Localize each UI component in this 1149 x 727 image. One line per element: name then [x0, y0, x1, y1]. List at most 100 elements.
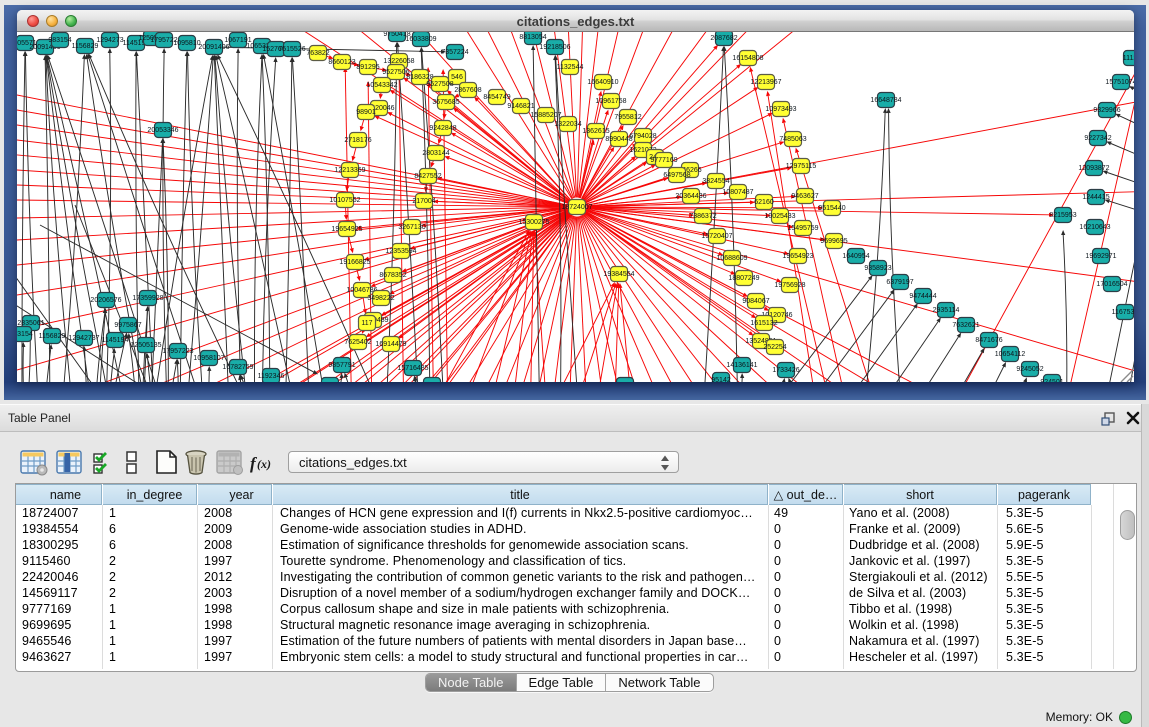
svg-text:6497568: 6497568 [663, 172, 690, 179]
svg-text:19654923: 19654923 [782, 253, 813, 260]
svg-text:2935114: 2935114 [933, 307, 960, 314]
svg-text:1244415: 1244415 [1082, 194, 1109, 201]
svg-text:8427552: 8427552 [414, 173, 441, 180]
svg-text:891295: 891295 [356, 64, 379, 71]
svg-text:10654112: 10654112 [995, 351, 1026, 358]
svg-text:1322034: 1322034 [554, 121, 581, 128]
svg-text:2867608: 2867608 [454, 87, 481, 94]
svg-text:10688609: 10688609 [716, 255, 747, 262]
svg-text:3824554: 3824554 [702, 178, 729, 185]
svg-text:983154: 983154 [48, 37, 71, 44]
svg-text:19218506: 19218506 [539, 44, 570, 51]
svg-text:62160: 62160 [754, 199, 774, 206]
svg-text:10025433: 10025433 [764, 213, 795, 220]
svg-text:19166825: 19166825 [339, 259, 370, 266]
svg-text:1733426: 1733426 [772, 367, 799, 374]
svg-text:9474444: 9474444 [909, 293, 936, 300]
svg-text:1156829: 1156829 [72, 43, 99, 50]
svg-text:546: 546 [451, 74, 463, 81]
svg-text:9242848: 9242848 [429, 125, 456, 132]
svg-text:12505135: 12505135 [130, 342, 161, 349]
svg-text:98901: 98901 [356, 109, 376, 116]
svg-text:2087682: 2087682 [710, 35, 737, 42]
svg-text:10958107: 10958107 [193, 355, 224, 362]
svg-text:8813054: 8813054 [519, 34, 546, 41]
svg-text:17359928: 17359928 [132, 295, 163, 302]
svg-text:3267130: 3267130 [398, 224, 425, 231]
svg-text:18724007: 18724007 [561, 204, 592, 211]
svg-text:12942737: 12942737 [68, 335, 99, 342]
svg-text:19384554: 19384554 [603, 271, 634, 278]
svg-text:9329966: 9329966 [1093, 107, 1120, 114]
svg-text:14136141: 14136141 [726, 362, 757, 369]
svg-text:8215953: 8215953 [1049, 212, 1076, 219]
svg-text:8471676: 8471676 [975, 337, 1002, 344]
svg-text:16033809: 16033809 [405, 36, 436, 43]
svg-text:3675685: 3675685 [432, 99, 459, 106]
svg-text:9227342: 9227342 [1084, 135, 1111, 142]
svg-text:2718176: 2718176 [344, 137, 371, 144]
svg-text:9358923: 9358923 [864, 265, 891, 272]
svg-text:7632621: 7632621 [952, 322, 979, 329]
svg-text:12093872: 12093872 [1078, 165, 1109, 172]
svg-text:1145194: 1145194 [102, 337, 129, 344]
svg-text:1640954: 1640954 [842, 253, 869, 260]
svg-text:15751074: 15751074 [1105, 79, 1134, 86]
svg-text:15495759: 15495759 [787, 225, 818, 232]
svg-text:12353594: 12353594 [385, 248, 416, 255]
svg-text:12213967: 12213967 [750, 79, 781, 86]
svg-text:17957223: 17957223 [162, 348, 193, 355]
svg-text:95142: 95142 [711, 377, 731, 382]
svg-text:252254: 252254 [763, 344, 786, 351]
svg-text:1156829: 1156829 [39, 333, 66, 340]
svg-text:9146821: 9146821 [507, 103, 534, 110]
svg-text:763822: 763822 [306, 50, 329, 57]
svg-text:19654925: 19654925 [331, 226, 362, 233]
svg-text:217004: 217004 [412, 198, 435, 205]
svg-text:9857791: 9857791 [328, 362, 355, 369]
svg-text:7515526: 7515526 [278, 46, 305, 53]
svg-text:10543342: 10543342 [366, 82, 397, 89]
svg-text:1095810: 1095810 [173, 40, 200, 47]
svg-text:2803144: 2803144 [422, 150, 449, 157]
svg-text:20053346: 20053346 [147, 127, 178, 134]
svg-text:10807487: 10807487 [722, 189, 753, 196]
svg-text:9699695: 9699695 [820, 238, 847, 245]
svg-text:18807249: 18807249 [728, 275, 759, 282]
svg-text:10961758: 10961758 [595, 98, 626, 105]
svg-text:12975115: 12975115 [786, 163, 817, 170]
svg-text:16782759: 16782759 [222, 364, 253, 371]
svg-text:6379197: 6379197 [886, 279, 913, 286]
svg-text:15720407: 15720407 [701, 233, 732, 240]
svg-text:117: 117 [361, 320, 372, 327]
svg-text:7357224: 7357224 [441, 49, 468, 56]
svg-text:15716485: 15716485 [397, 365, 428, 372]
svg-text:12213369: 12213369 [334, 167, 365, 174]
svg-text:1192346: 1192346 [258, 373, 285, 380]
svg-text:93154: 93154 [17, 331, 33, 338]
svg-text:3498222: 3498222 [367, 295, 394, 302]
svg-text:8186328: 8186328 [406, 74, 433, 81]
svg-text:1132544: 1132544 [557, 64, 584, 71]
svg-text:11123: 11123 [1123, 55, 1134, 62]
svg-text:10107552: 10107552 [329, 197, 360, 204]
svg-text:16648784: 16648784 [870, 97, 901, 104]
svg-text:9463627: 9463627 [791, 193, 818, 200]
svg-text:1362615: 1362615 [582, 128, 609, 135]
svg-text:16640910: 16640910 [587, 79, 618, 86]
svg-text:16154808: 16154808 [732, 55, 763, 62]
svg-text:8454749: 8454749 [483, 94, 510, 101]
svg-text:1167533: 1167533 [1112, 309, 1134, 316]
svg-text:8660123: 8660123 [328, 59, 355, 66]
svg-text:7386372: 7386372 [689, 213, 716, 220]
svg-text:19692971: 19692971 [1085, 253, 1116, 260]
svg-text:9515440: 9515440 [818, 205, 845, 212]
svg-text:17016504: 17016504 [1096, 281, 1127, 288]
svg-text:8678352: 8678352 [379, 272, 406, 279]
svg-text:9084067: 9084067 [742, 298, 769, 305]
svg-text:9777169: 9777169 [650, 157, 677, 164]
svg-text:20091406: 20091406 [198, 44, 229, 51]
svg-text:924501: 924501 [1040, 379, 1063, 382]
svg-text:7955812: 7955812 [614, 114, 641, 121]
svg-text:1294273: 1294273 [96, 37, 123, 44]
